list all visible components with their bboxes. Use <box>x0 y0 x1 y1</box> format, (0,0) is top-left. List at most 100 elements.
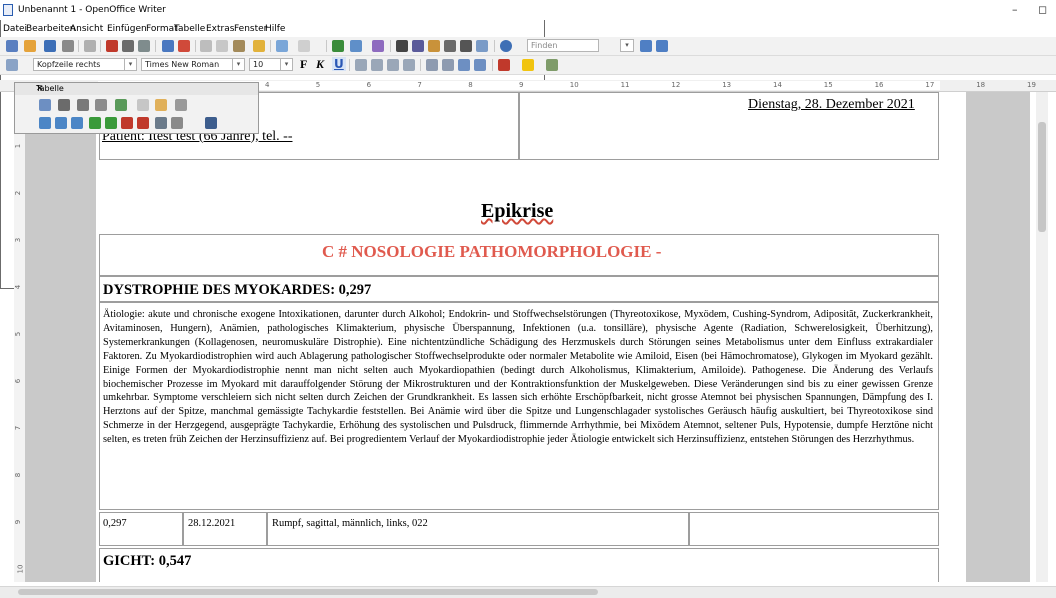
insert-column-icon[interactable] <box>105 117 117 129</box>
insert-row-icon[interactable] <box>89 117 101 129</box>
vertical-ruler-label: 1 <box>14 143 23 149</box>
paragraph-style-select[interactable]: Kopfzeile rechts ▾ <box>33 58 137 71</box>
diagnosis2-cell[interactable] <box>99 548 939 582</box>
ruler-label: 8 <box>468 81 473 89</box>
merge-cells-icon[interactable] <box>137 99 149 111</box>
help-icon[interactable] <box>500 40 512 52</box>
table-icon[interactable] <box>350 40 362 52</box>
font-color-icon[interactable] <box>498 59 510 71</box>
menu-extras[interactable]: Extras <box>206 24 234 34</box>
cut-icon[interactable] <box>200 40 212 52</box>
sort-icon[interactable] <box>171 117 183 129</box>
font-name-value: Times New Roman <box>145 60 220 69</box>
standard-toolbar: Finden ▾ <box>0 37 1056 56</box>
formatting-marks-icon[interactable] <box>460 40 472 52</box>
align-top-icon[interactable] <box>39 117 51 129</box>
menu-bar: Datei Bearbeiten Ansicht Einfügen Format… <box>0 21 1056 37</box>
table-background-icon[interactable] <box>115 99 127 111</box>
numbering-icon[interactable] <box>426 59 438 71</box>
line-color-icon[interactable] <box>77 99 89 111</box>
hyperlink-icon[interactable] <box>332 40 344 52</box>
save-icon[interactable] <box>44 40 56 52</box>
bold-button[interactable]: F <box>300 57 307 72</box>
underline-button[interactable]: U <box>332 57 346 71</box>
bullets-icon[interactable] <box>442 59 454 71</box>
align-middle-icon[interactable] <box>55 117 67 129</box>
new-document-icon[interactable] <box>6 40 18 52</box>
find-previous-icon[interactable] <box>656 40 668 52</box>
optimize-icon[interactable] <box>175 99 187 111</box>
find-next-icon[interactable] <box>640 40 652 52</box>
menu-fenster[interactable]: Fenster <box>234 24 267 34</box>
document-workspace: Dienstag, 28. Dezember 2021 Patient: Ite… <box>25 92 1030 582</box>
chevron-down-icon: ▾ <box>280 59 292 70</box>
ruler-label: 4 <box>265 81 270 89</box>
section-title: C # NOSOLOGIE PATHOMORPHOLOGIE - <box>322 242 662 261</box>
undo-icon[interactable] <box>276 40 288 52</box>
sum-icon[interactable] <box>205 117 217 129</box>
italic-button[interactable]: K <box>316 57 324 72</box>
find-replace-icon[interactable] <box>396 40 408 52</box>
align-right-icon[interactable] <box>387 59 399 71</box>
align-left-icon[interactable] <box>355 59 367 71</box>
styles-formatting-icon[interactable] <box>6 59 18 71</box>
decrease-indent-icon[interactable] <box>458 59 470 71</box>
close-icon[interactable]: ✕ <box>36 84 252 94</box>
background-color-icon[interactable] <box>546 59 558 71</box>
highlighting-icon[interactable] <box>522 59 534 71</box>
menu-hilfe[interactable]: Hilfe <box>265 24 285 34</box>
vertical-scrollbar[interactable] <box>1036 92 1048 582</box>
menu-ansicht[interactable]: Ansicht <box>70 24 103 34</box>
line-style-icon[interactable] <box>58 99 70 111</box>
borders-icon[interactable] <box>95 99 107 111</box>
delete-row-icon[interactable] <box>121 117 133 129</box>
align-center-icon[interactable] <box>371 59 383 71</box>
paste-icon[interactable] <box>233 40 245 52</box>
align-bottom-icon[interactable] <box>71 117 83 129</box>
font-size-select[interactable]: 10 ▾ <box>249 58 293 71</box>
minimize-button[interactable]: – <box>1012 3 1018 16</box>
vertical-scroll-thumb[interactable] <box>1038 122 1046 232</box>
autospellcheck-icon[interactable] <box>178 40 190 52</box>
data-sources-icon[interactable] <box>444 40 456 52</box>
horizontal-scrollbar[interactable] <box>0 586 1056 598</box>
print-icon[interactable] <box>122 40 134 52</box>
ruler-label: 14 <box>773 81 782 89</box>
email-icon[interactable] <box>62 40 74 52</box>
ruler-label: 12 <box>671 81 681 89</box>
split-cells-icon[interactable] <box>155 99 167 111</box>
vertical-ruler-label: 5 <box>14 331 23 337</box>
increase-indent-icon[interactable] <box>474 59 486 71</box>
font-name-select[interactable]: Times New Roman ▾ <box>141 58 245 71</box>
draw-functions-icon[interactable] <box>372 40 384 52</box>
menu-einfuegen[interactable]: Einfügen <box>107 24 147 34</box>
vertical-ruler-label: 9 <box>14 519 23 525</box>
edit-file-icon[interactable] <box>84 40 96 52</box>
menu-format[interactable]: Format <box>146 24 178 34</box>
menu-tabelle[interactable]: Tabelle <box>174 24 205 34</box>
horizontal-scroll-thumb[interactable] <box>18 589 598 595</box>
open-folder-icon[interactable] <box>24 40 36 52</box>
restore-button[interactable]: ◻ <box>1038 3 1047 16</box>
table-panel-header[interactable]: Tabelle ✕ <box>15 83 258 95</box>
spellcheck-icon[interactable] <box>162 40 174 52</box>
table-properties-icon[interactable] <box>155 117 167 129</box>
page-preview-icon[interactable] <box>138 40 150 52</box>
insert-table-icon[interactable] <box>39 99 51 111</box>
vertical-ruler-label: 2 <box>14 190 23 196</box>
gallery-icon[interactable] <box>428 40 440 52</box>
justify-icon[interactable] <box>403 59 415 71</box>
vertical-ruler-label: 10 <box>16 564 25 574</box>
menu-bearbeiten[interactable]: Bearbeiten <box>26 24 75 34</box>
menu-datei[interactable]: Datei <box>3 24 27 34</box>
find-dropdown-button[interactable]: ▾ <box>620 39 634 52</box>
find-input[interactable]: Finden <box>527 39 599 52</box>
empty-cell[interactable] <box>689 512 939 546</box>
export-pdf-icon[interactable] <box>106 40 118 52</box>
redo-icon[interactable] <box>298 40 310 52</box>
zoom-icon[interactable] <box>476 40 488 52</box>
clone-formatting-icon[interactable] <box>253 40 265 52</box>
copy-icon[interactable] <box>216 40 228 52</box>
delete-column-icon[interactable] <box>137 117 149 129</box>
navigator-icon[interactable] <box>412 40 424 52</box>
